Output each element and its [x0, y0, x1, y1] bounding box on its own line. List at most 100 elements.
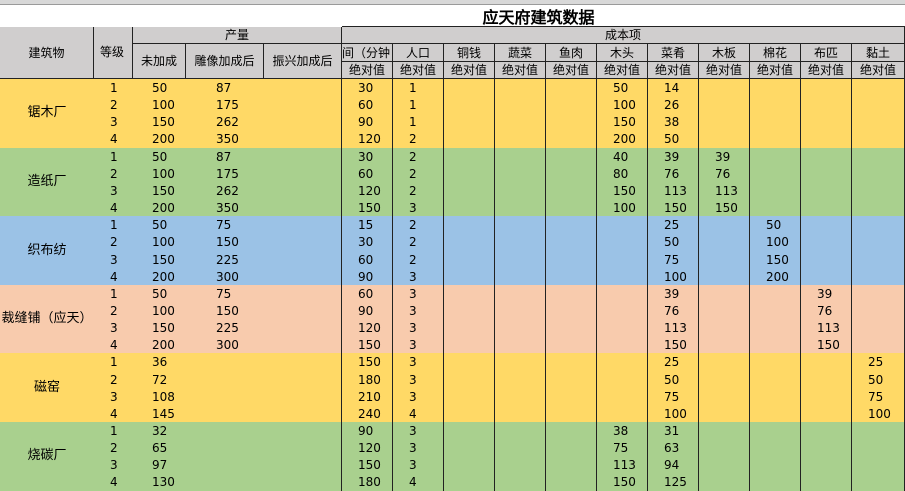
- cost-value[interactable]: 39: [664, 151, 679, 163]
- header-level[interactable]: 等级: [94, 27, 133, 79]
- cost-value[interactable]: 26: [664, 99, 679, 111]
- level-value[interactable]: 2: [110, 168, 118, 180]
- building-name[interactable]: 锯木厂: [0, 106, 94, 119]
- output-value[interactable]: 300: [216, 339, 239, 351]
- header-cost-8[interactable]: 棉花: [750, 44, 801, 62]
- cost-value[interactable]: 25: [664, 219, 679, 231]
- cost-value[interactable]: 150: [358, 356, 381, 368]
- output-value[interactable]: 72: [152, 374, 167, 386]
- level-value[interactable]: 4: [110, 202, 118, 214]
- cost-value[interactable]: 2: [409, 151, 417, 163]
- cost-value[interactable]: 150: [613, 116, 636, 128]
- cost-value[interactable]: 113: [613, 459, 636, 471]
- cost-value[interactable]: 3: [409, 391, 417, 403]
- cost-value[interactable]: 200: [613, 133, 636, 145]
- cost-value[interactable]: 39: [817, 288, 832, 300]
- cost-value[interactable]: 3: [409, 202, 417, 214]
- output-value[interactable]: 100: [152, 99, 175, 111]
- header-cost-3[interactable]: 蔬菜: [495, 44, 546, 62]
- output-value[interactable]: 50: [152, 288, 167, 300]
- spreadsheet-grid[interactable]: 应天府建筑数据 建筑物 等级 产量 未加成 雕像加成后 振兴加成后 成本项 间（分钟 绝对值 人口…: [0, 0, 905, 491]
- cost-value[interactable]: 113: [664, 185, 687, 197]
- cost-value[interactable]: 120: [358, 322, 381, 334]
- output-value[interactable]: 50: [152, 82, 167, 94]
- cost-value[interactable]: 50: [766, 219, 781, 231]
- header-cost-10[interactable]: 黏土: [852, 44, 905, 62]
- level-value[interactable]: 3: [110, 116, 118, 128]
- cost-value[interactable]: 2: [409, 185, 417, 197]
- output-value[interactable]: 87: [216, 82, 231, 94]
- output-value[interactable]: 150: [152, 116, 175, 128]
- output-value[interactable]: 300: [216, 271, 239, 283]
- cost-value[interactable]: 180: [358, 476, 381, 488]
- cost-value[interactable]: 50: [664, 236, 679, 248]
- cost-value[interactable]: 60: [358, 254, 373, 266]
- cost-value[interactable]: 30: [358, 151, 373, 163]
- level-value[interactable]: 2: [110, 236, 118, 248]
- cost-value[interactable]: 150: [613, 476, 636, 488]
- cost-value[interactable]: 75: [613, 442, 628, 454]
- cost-value[interactable]: 25: [868, 356, 883, 368]
- cost-value[interactable]: 150: [817, 339, 840, 351]
- header-cost-abs-1[interactable]: 绝对值: [393, 62, 444, 79]
- header-cost-abs-10[interactable]: 绝对值: [852, 62, 905, 79]
- cost-value[interactable]: 150: [613, 185, 636, 197]
- cost-value[interactable]: 113: [715, 185, 738, 197]
- cost-value[interactable]: 120: [358, 185, 381, 197]
- cost-value[interactable]: 100: [613, 202, 636, 214]
- header-cost-6[interactable]: 菜肴: [648, 44, 699, 62]
- level-value[interactable]: 2: [110, 305, 118, 317]
- building-name[interactable]: 烧碳厂: [0, 449, 94, 462]
- cost-value[interactable]: 90: [358, 116, 373, 128]
- level-value[interactable]: 1: [110, 219, 118, 231]
- header-cost-abs-3[interactable]: 绝对值: [495, 62, 546, 79]
- output-value[interactable]: 225: [216, 254, 239, 266]
- cost-value[interactable]: 100: [664, 271, 687, 283]
- output-value[interactable]: 130: [152, 476, 175, 488]
- output-value[interactable]: 100: [152, 236, 175, 248]
- cost-value[interactable]: 150: [766, 254, 789, 266]
- cost-value[interactable]: 3: [409, 442, 417, 454]
- cost-value[interactable]: 94: [664, 459, 679, 471]
- cost-value[interactable]: 3: [409, 322, 417, 334]
- cost-value[interactable]: 200: [766, 271, 789, 283]
- cost-value[interactable]: 100: [868, 408, 891, 420]
- header-cost-1[interactable]: 人口: [393, 44, 444, 62]
- output-value[interactable]: 262: [216, 116, 239, 128]
- level-value[interactable]: 4: [110, 271, 118, 283]
- cost-value[interactable]: 60: [358, 99, 373, 111]
- output-value[interactable]: 97: [152, 459, 167, 471]
- level-value[interactable]: 3: [110, 322, 118, 334]
- output-value[interactable]: 262: [216, 185, 239, 197]
- header-cost-5[interactable]: 木头: [597, 44, 648, 62]
- level-value[interactable]: 1: [110, 356, 118, 368]
- header-cost-group[interactable]: 成本项: [342, 27, 905, 44]
- cost-value[interactable]: 125: [664, 476, 687, 488]
- cost-value[interactable]: 100: [613, 99, 636, 111]
- cost-value[interactable]: 39: [664, 288, 679, 300]
- output-value[interactable]: 150: [216, 236, 239, 248]
- building-name[interactable]: 裁缝铺（应天）: [0, 312, 94, 325]
- output-value[interactable]: 50: [152, 151, 167, 163]
- cost-value[interactable]: 25: [664, 356, 679, 368]
- cost-value[interactable]: 150: [664, 202, 687, 214]
- output-value[interactable]: 75: [216, 219, 231, 231]
- cost-value[interactable]: 30: [358, 236, 373, 248]
- level-value[interactable]: 4: [110, 339, 118, 351]
- output-value[interactable]: 350: [216, 202, 239, 214]
- cost-value[interactable]: 120: [358, 133, 381, 145]
- cost-value[interactable]: 2: [409, 168, 417, 180]
- output-value[interactable]: 200: [152, 202, 175, 214]
- level-value[interactable]: 1: [110, 82, 118, 94]
- cost-value[interactable]: 31: [664, 425, 679, 437]
- header-cost-abs-8[interactable]: 绝对值: [750, 62, 801, 79]
- building-name[interactable]: 织布纺: [0, 244, 94, 257]
- cost-value[interactable]: 113: [817, 322, 840, 334]
- cost-value[interactable]: 50: [868, 374, 883, 386]
- level-value[interactable]: 2: [110, 99, 118, 111]
- cost-value[interactable]: 150: [358, 339, 381, 351]
- header-cost-0[interactable]: 间（分钟: [342, 44, 393, 62]
- cost-value[interactable]: 210: [358, 391, 381, 403]
- cost-value[interactable]: 40: [613, 151, 628, 163]
- output-value[interactable]: 150: [152, 322, 175, 334]
